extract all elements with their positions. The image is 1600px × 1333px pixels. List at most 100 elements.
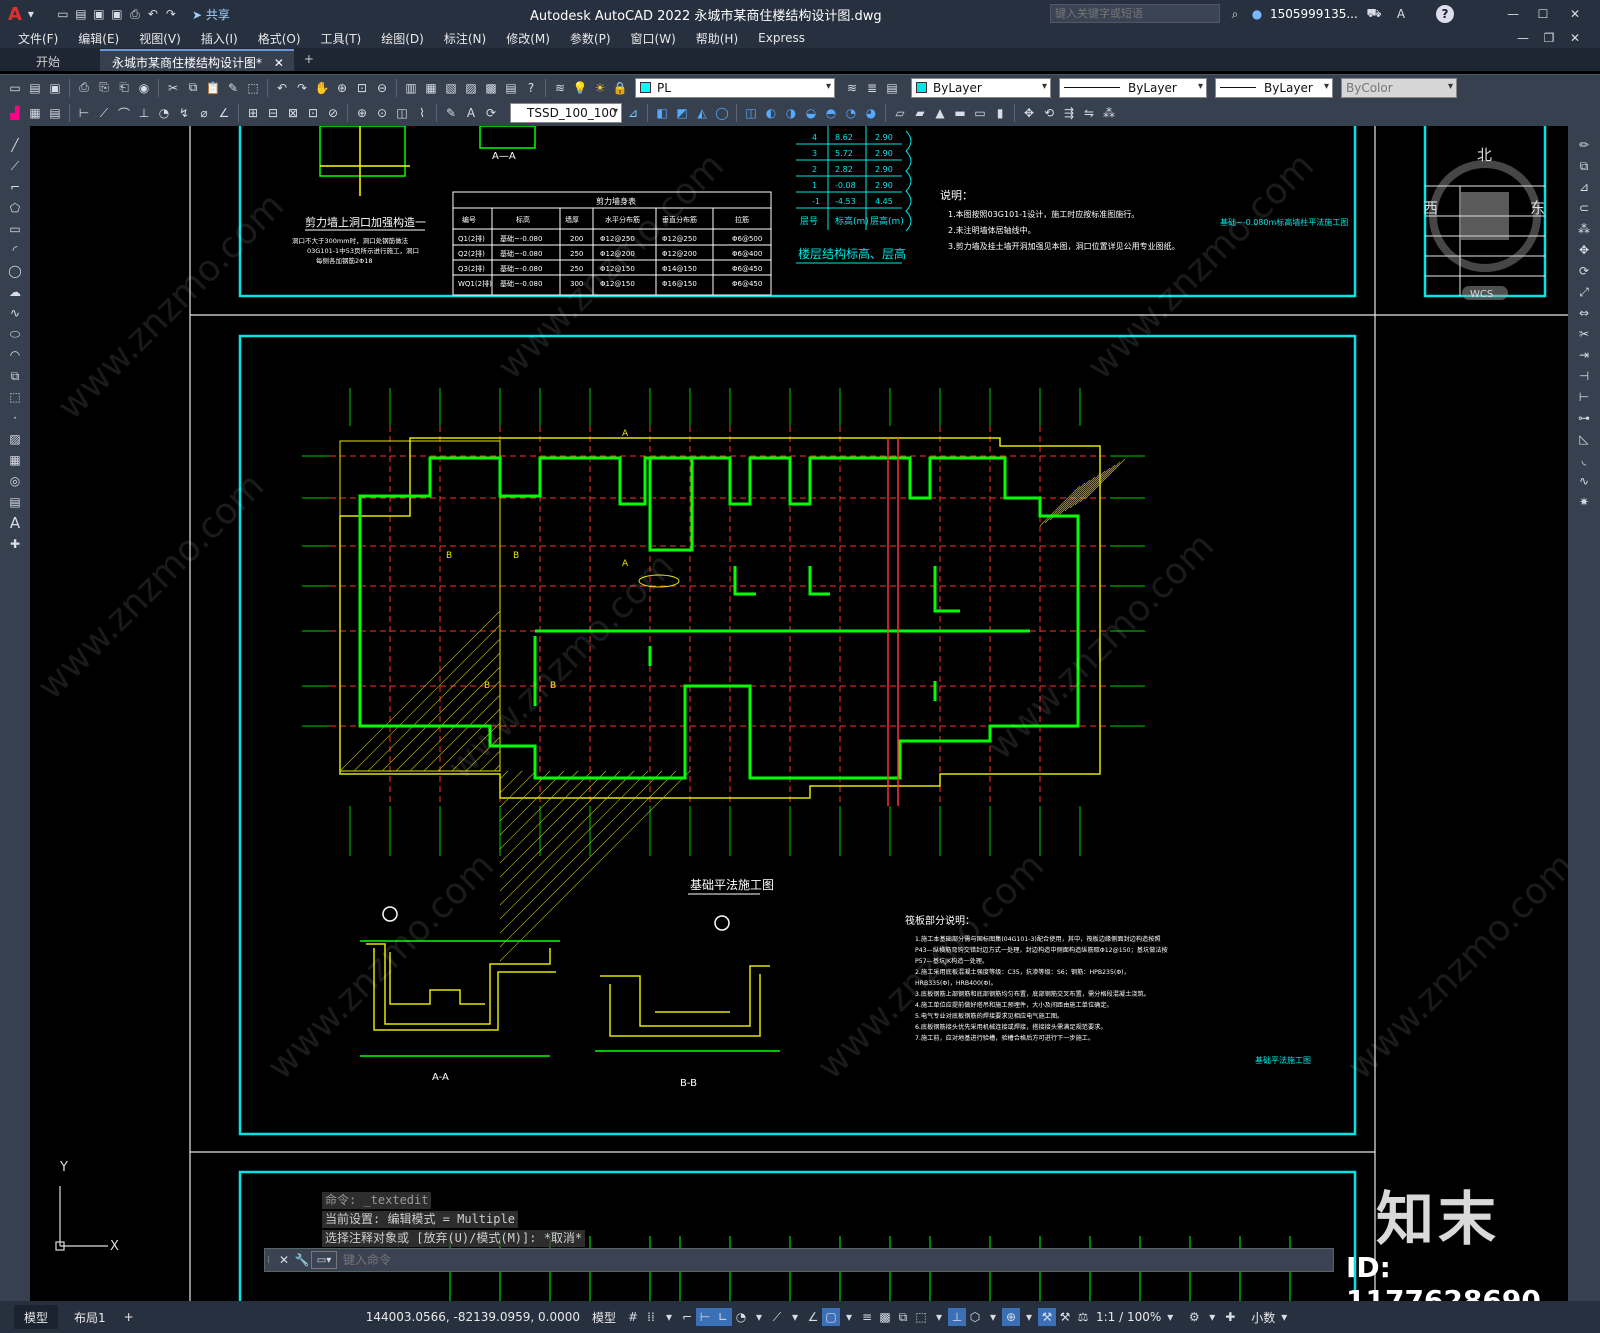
layer-lock-icon[interactable]: 🔒 [611,79,629,97]
app-menu-dropdown-icon[interactable]: ▾ [22,5,40,23]
undo-icon[interactable]: ↶ [273,79,291,97]
chevron-down-icon[interactable]: ▾ [786,1308,804,1326]
units-value[interactable]: 小数 [1251,1309,1275,1326]
redo-icon[interactable]: ↷ [293,79,311,97]
arc-length-icon[interactable]: ⌒ [115,104,133,122]
autodesk-a360-icon[interactable]: A [1392,5,1410,23]
revolve-icon[interactable]: ◐ [762,104,780,122]
maximize-icon[interactable]: ☐ [1534,5,1552,23]
hatch-icon[interactable]: ▨ [6,430,24,448]
command-close-icon[interactable]: ✕ [275,1251,293,1269]
plot-icon[interactable]: ⎙ [126,5,144,23]
union-icon[interactable]: ◓ [822,104,840,122]
dimension-update-icon[interactable]: ⟳ [482,104,500,122]
chevron-down-icon[interactable]: ▾ [984,1308,1002,1326]
command-grip-icon[interactable]: ⁞ [267,1255,275,1266]
chamfer-icon[interactable]: ◺ [1575,430,1593,448]
close-icon[interactable]: ✕ [1566,5,1584,23]
color-select[interactable]: ByLayer ▾ [911,77,1051,98]
infer-constraints-icon[interactable]: ⌐ [678,1308,696,1326]
scale-icon[interactable]: ⤢ [1575,283,1593,301]
auto-scale-icon[interactable]: ⚒ [1056,1308,1074,1326]
3d-rotate-icon[interactable]: ⟲ [1040,104,1058,122]
3d-sphere-icon[interactable]: ◯ [713,104,731,122]
blend-curves-icon[interactable]: ∿ [1575,472,1593,490]
open-file-icon[interactable]: ▤ [72,5,90,23]
zoom-window-icon[interactable]: ⊡ [353,79,371,97]
menu-parametric[interactable]: 参数(P) [560,30,621,47]
preview-icon[interactable]: ⎘ [95,79,113,97]
user-name[interactable]: 1505999135... [1270,7,1358,21]
gradient-icon[interactable]: ▦ [6,451,24,469]
extend-icon[interactable]: ⇥ [1575,346,1593,364]
doc-restore-icon[interactable]: ❐ [1540,29,1558,47]
linear-dimension-icon[interactable]: ⊢ [75,104,93,122]
wcs-label[interactable]: WCS [1470,289,1493,300]
menu-file[interactable]: 文件(F) [8,30,68,47]
add-selected-icon[interactable]: ✚ [6,535,24,553]
3d-cone-icon[interactable]: ◭ [693,104,711,122]
plot-icon[interactable]: ⎙ [75,79,93,97]
chevron-down-icon[interactable]: ▾ [1161,1308,1179,1326]
coordinates-readout[interactable]: 144003.0566, -82139.0959, 0.0000 [366,1310,580,1324]
chevron-down-icon[interactable]: ▾ [1020,1308,1038,1326]
diameter-dimension-icon[interactable]: ⌀ [195,104,213,122]
chevron-down-icon[interactable]: ▾ [1275,1308,1293,1326]
block-editor-icon[interactable]: ⬚ [244,79,262,97]
paste-icon[interactable]: 📋 [204,79,222,97]
angular-dimension-icon[interactable]: ∠ [215,104,233,122]
isodraft-icon[interactable]: ⟋ [768,1308,786,1326]
tab-drawing[interactable]: 永城市某商住楼结构设计图* ✕ [100,49,294,71]
chevron-down-icon[interactable]: ▾ [1203,1308,1221,1326]
subtract-icon[interactable]: ◔ [842,104,860,122]
revision-cloud-icon[interactable]: ☁ [6,283,24,301]
3d-move-icon[interactable]: ✥ [1020,104,1038,122]
continue-dimension-icon[interactable]: ⊠ [284,104,302,122]
help-icon[interactable]: ? [522,79,540,97]
dimension-edit-icon[interactable]: ✎ [442,104,460,122]
zoom-realtime-icon[interactable]: ⊕ [333,79,351,97]
menu-help[interactable]: 帮助(H) [686,30,748,47]
properties-icon[interactable]: ▥ [402,79,420,97]
selection-cycling-icon[interactable]: ⧉ [894,1308,912,1326]
tab-layout1[interactable]: 布局1 [64,1305,116,1329]
ellipse-icon[interactable]: ⬭ [6,325,24,343]
3d-wedge-icon[interactable]: ◩ [673,104,691,122]
save-as-icon[interactable]: ▣ [108,5,126,23]
tssd-icon[interactable]: ▟ [6,104,24,122]
copy-icon[interactable]: ⧉ [184,79,202,97]
jogged-linear-icon[interactable]: ⌇ [413,104,431,122]
presspull-icon[interactable]: ▲ [931,104,949,122]
array-icon[interactable]: ⁂ [1575,220,1593,238]
break-at-point-icon[interactable]: ⊣ [1575,367,1593,385]
3d-array-icon[interactable]: ⁂ [1100,104,1118,122]
new-file-icon[interactable]: ▭ [54,5,72,23]
dynamic-ucs-icon[interactable]: ⊥ [948,1308,966,1326]
layer-select[interactable]: PL ▾ [635,77,835,98]
zoom-previous-icon[interactable]: ⊖ [373,79,391,97]
3d-mirror-icon[interactable]: ⇋ [1080,104,1098,122]
layer-properties-icon[interactable]: ≋ [551,79,569,97]
menu-draw[interactable]: 绘图(D) [371,30,434,47]
share-button[interactable]: ➤ 共享 [192,6,230,23]
slice-icon[interactable]: ▱ [891,104,909,122]
line-icon[interactable]: ╱ [6,136,24,154]
dynamic-input-icon[interactable]: ⊢ [696,1308,714,1326]
polar-icon[interactable]: ◔ [732,1308,750,1326]
annotation-scale-value[interactable]: 1:1 / 100% [1096,1310,1161,1324]
region-icon[interactable]: ◎ [6,472,24,490]
radius-dimension-icon[interactable]: ◔ [155,104,173,122]
match-properties-icon[interactable]: ✎ [224,79,242,97]
circle-icon[interactable]: ◯ [6,262,24,280]
calculator-icon[interactable]: ▤ [502,79,520,97]
shell-icon[interactable]: ▭ [971,104,989,122]
ortho-icon[interactable]: ∟ [714,1308,732,1326]
3d-box-icon[interactable]: ◧ [653,104,671,122]
table-icon[interactable]: ▤ [6,493,24,511]
chevron-down-icon[interactable]: ▾ [750,1308,768,1326]
3d-osnap-icon[interactable]: ⬚ [912,1308,930,1326]
menu-tools[interactable]: 工具(T) [311,30,372,47]
command-prompt-icon[interactable]: ▭▾ [311,1251,337,1269]
baseline-dimension-icon[interactable]: ⊟ [264,104,282,122]
drawing-svg[interactable]: 北 西 东 WCS 剪力墙上洞口加强构造一 洞口不大于300mm时，洞口处钢筋做… [30,126,1568,1301]
